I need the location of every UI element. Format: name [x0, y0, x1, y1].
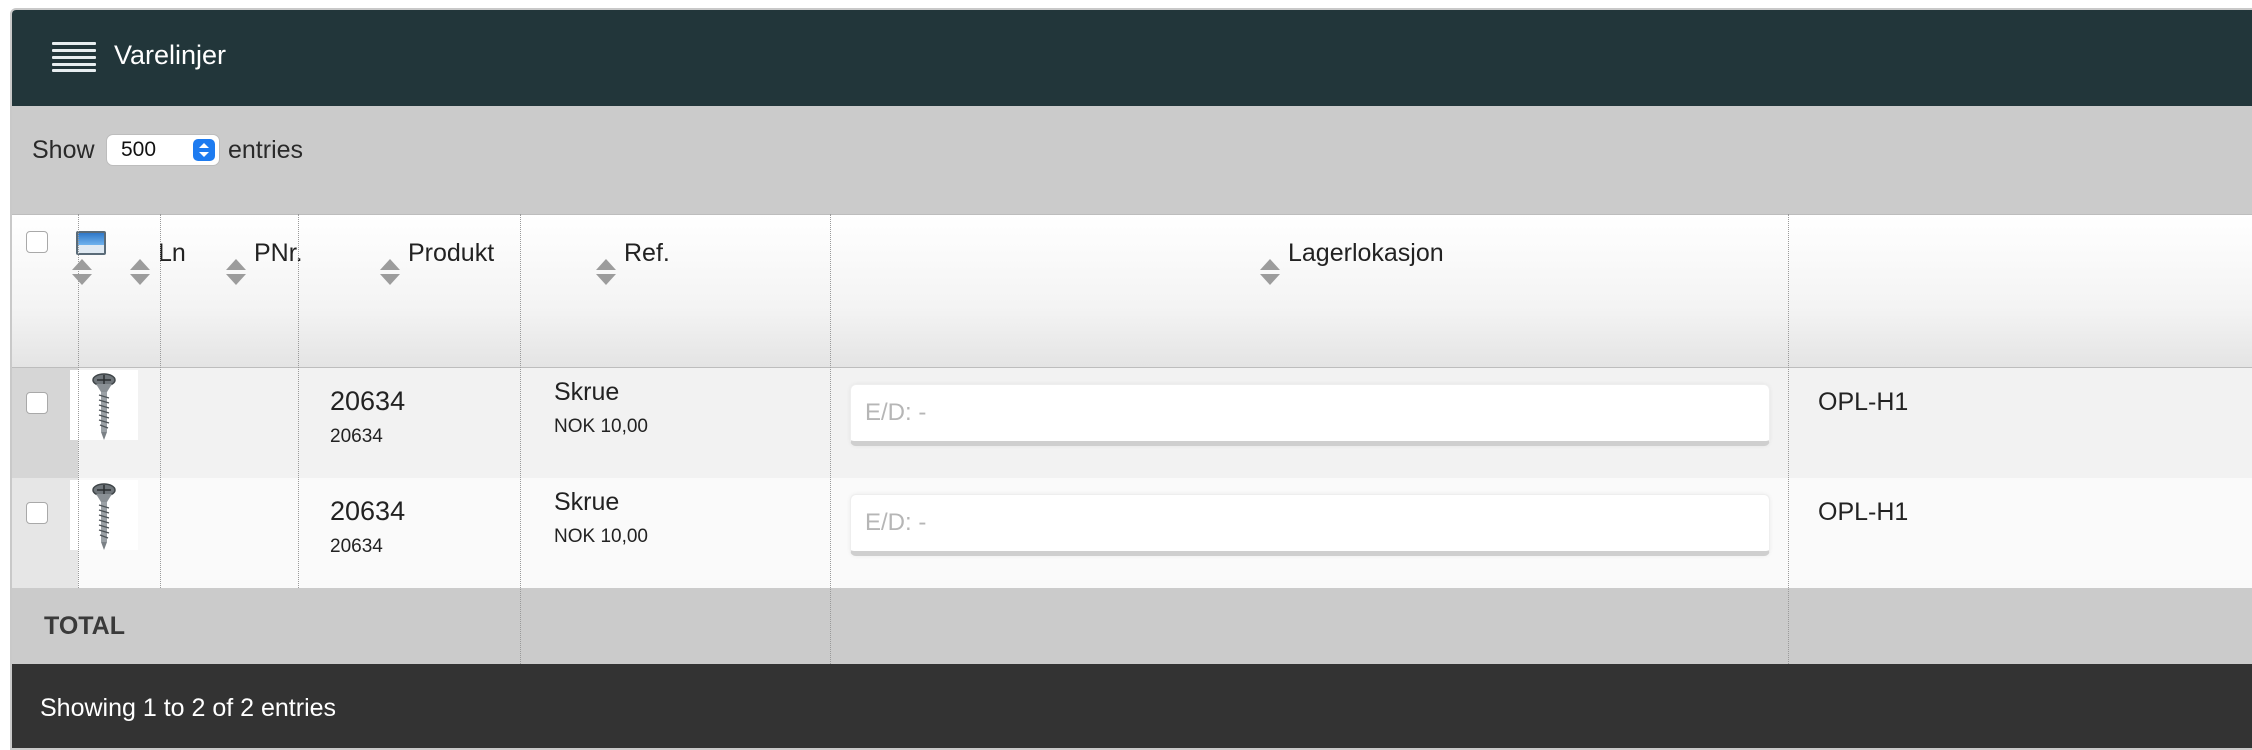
column-divider [78, 214, 79, 588]
select-stepper-icon [193, 139, 215, 161]
varelinjer-panel: Varelinjer Show 500 entries Ln PNr. Prod… [10, 8, 2252, 750]
row-checkbox[interactable] [26, 502, 48, 524]
column-divider [160, 214, 161, 588]
column-header-produkt[interactable]: Produkt [408, 239, 494, 268]
sort-lagerlokasjon-icon[interactable] [1260, 259, 1280, 289]
row-lagerlokasjon: OPL-H1 [1818, 498, 1909, 526]
row-product-name: Skrue [554, 378, 620, 406]
image-column-icon [76, 231, 106, 255]
row-lagerlokasjon: OPL-H1 [1818, 388, 1909, 416]
sort-ref-icon[interactable] [596, 259, 616, 289]
sort-ln-icon[interactable] [130, 259, 150, 289]
column-divider [520, 214, 521, 664]
column-divider [830, 214, 831, 664]
show-label: Show [32, 136, 95, 164]
hamburger-menu-icon[interactable] [52, 42, 96, 72]
entries-per-page-value: 500 [121, 138, 157, 161]
entries-label: entries [228, 136, 304, 164]
total-label: TOTAL [44, 612, 126, 640]
row-select-cell [12, 368, 78, 478]
panel-header: Varelinjer [12, 10, 2252, 106]
row-checkbox[interactable] [26, 392, 48, 414]
row-product-price: NOK 10,00 [554, 526, 648, 547]
order-lines-table: Ln PNr. Produkt Ref. Lagerlokasjon 20634… [12, 214, 2252, 664]
column-header-pnr[interactable]: PNr. [254, 239, 303, 268]
row-product-name: Skrue [554, 488, 620, 516]
table-row: 20634 20634 Skrue NOK 10,00 OPL-H1 [12, 368, 2252, 478]
row-pnr-sub: 20634 [330, 536, 383, 557]
column-divider [1788, 214, 1789, 664]
product-thumbnail-screw [70, 370, 138, 440]
ref-input[interactable] [850, 494, 1770, 556]
table-row: 20634 20634 Skrue NOK 10,00 OPL-H1 [12, 478, 2252, 588]
entries-per-page-select[interactable]: 500 [106, 134, 220, 166]
row-pnr: 20634 [330, 386, 406, 416]
select-all-checkbox[interactable] [26, 231, 48, 253]
row-pnr: 20634 [330, 496, 406, 526]
sort-produkt-icon[interactable] [380, 259, 400, 289]
table-footer: Showing 1 to 2 of 2 entries [12, 664, 2252, 748]
row-product-price: NOK 10,00 [554, 416, 648, 437]
row-pnr-sub: 20634 [330, 426, 383, 447]
row-select-cell [12, 478, 78, 588]
column-header-lagerlokasjon[interactable]: Lagerlokasjon [1288, 239, 1444, 268]
total-row: TOTAL [12, 588, 2252, 664]
pagination-info: Showing 1 to 2 of 2 entries [40, 694, 337, 722]
sort-image-icon[interactable] [72, 259, 92, 289]
product-thumbnail-screw [70, 480, 138, 550]
panel-title: Varelinjer [114, 40, 227, 70]
column-header-ln[interactable]: Ln [158, 239, 186, 268]
column-divider [298, 214, 299, 588]
table-header-row: Ln PNr. Produkt Ref. Lagerlokasjon [12, 214, 2252, 368]
table-toolbar: Show 500 entries [12, 106, 2252, 214]
sort-pnr-icon[interactable] [226, 259, 246, 289]
column-header-ref[interactable]: Ref. [624, 239, 670, 268]
ref-input[interactable] [850, 384, 1770, 446]
